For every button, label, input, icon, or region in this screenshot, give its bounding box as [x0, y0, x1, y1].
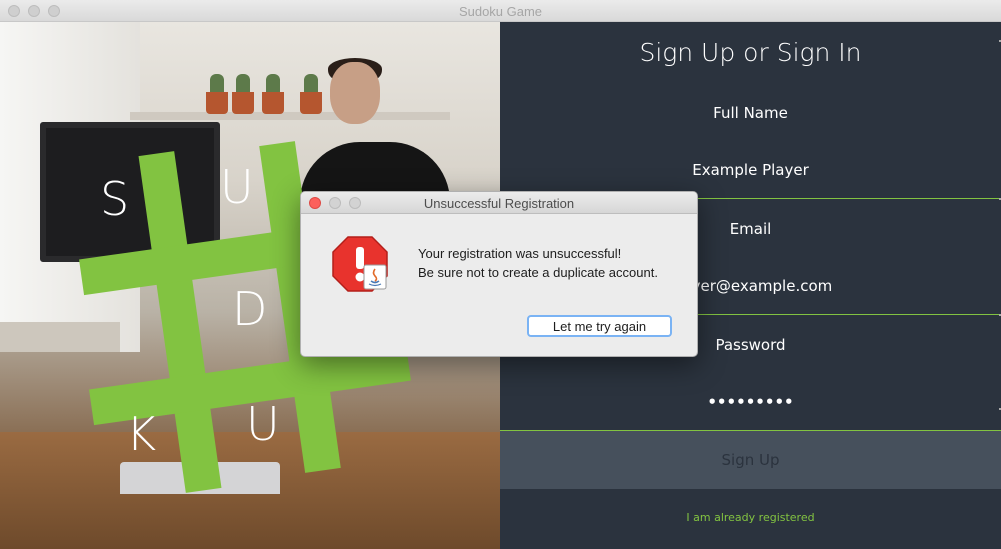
- window-title: Sudoku Game: [458, 4, 543, 19]
- already-registered-link[interactable]: I am already registered: [500, 511, 1001, 524]
- logo-letter-k: K: [126, 407, 157, 461]
- full-name-field[interactable]: Example Player: [500, 161, 1001, 179]
- dialog-message: Your registration was unsuccessful! Be s…: [418, 244, 658, 282]
- window-titlebar: Sudoku Game: [0, 0, 1001, 22]
- logo-letter-s: S: [100, 172, 130, 226]
- dialog-titlebar: Unsuccessful Registration: [301, 192, 697, 214]
- warning-stop-icon: [332, 236, 388, 292]
- full-name-label: Full Name: [713, 104, 788, 122]
- dialog-message-line1: Your registration was unsuccessful!: [418, 246, 622, 261]
- sign-up-button[interactable]: Sign Up: [500, 431, 1001, 489]
- logo-letter-d: D: [232, 282, 268, 336]
- logo-letter-u2: U: [246, 397, 280, 451]
- dialog-title: Unsuccessful Registration: [423, 196, 575, 211]
- logo-letter-u: U: [220, 160, 254, 214]
- page-title: Sign Up or Sign In: [639, 38, 862, 67]
- try-again-button[interactable]: Let me try again: [527, 315, 672, 337]
- dialog-message-line2: Be sure not to create a duplicate accoun…: [418, 265, 658, 280]
- error-dialog: Unsuccessful Registration Your registrat…: [300, 191, 698, 357]
- password-field[interactable]: •••••••••: [500, 393, 1001, 411]
